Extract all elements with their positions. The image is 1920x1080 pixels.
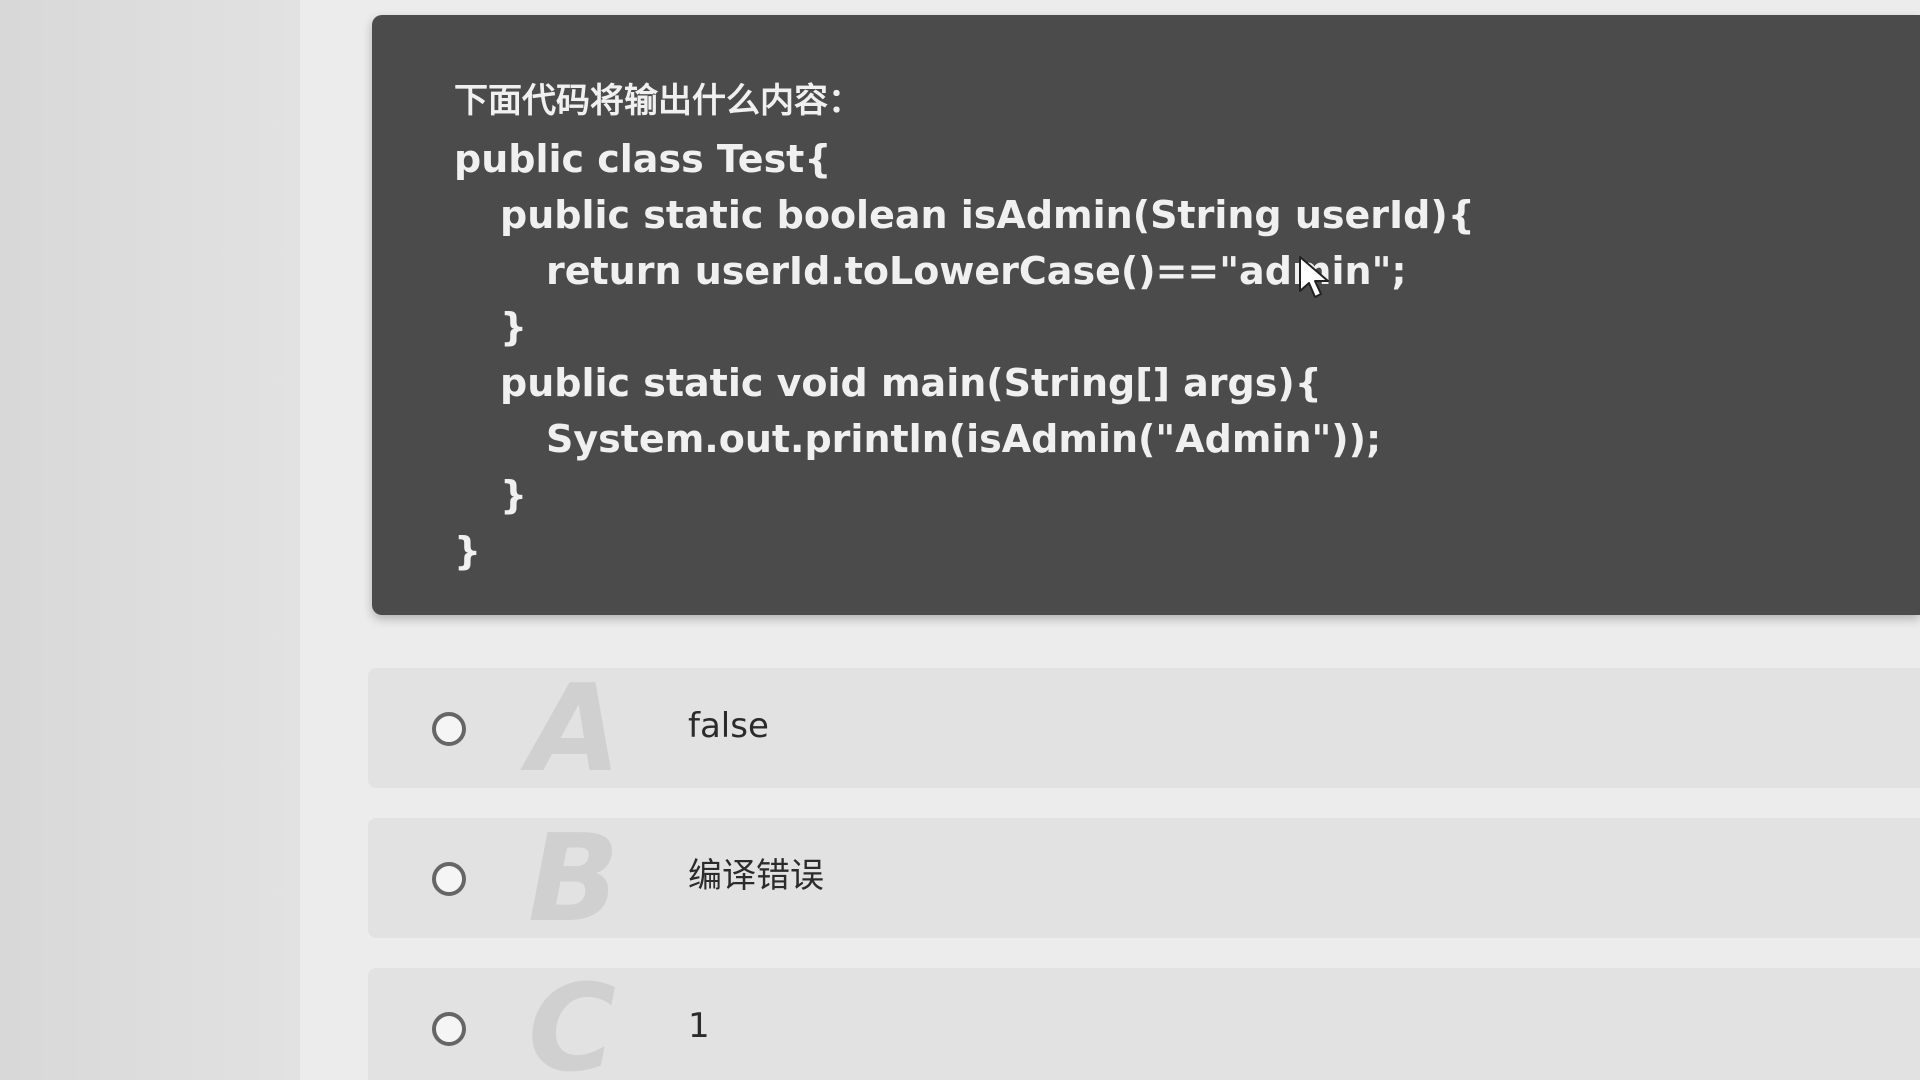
code-line: public static boolean isAdmin(String use…: [500, 193, 1475, 237]
code-line: }: [454, 529, 482, 573]
question-panel: 下面代码将输出什么内容： public class Test{ public s…: [372, 15, 1920, 615]
option-b[interactable]: B 编译错误: [368, 810, 1920, 949]
option-c[interactable]: C 1: [368, 968, 1920, 1080]
mouse-pointer-icon: [1299, 256, 1329, 298]
code-line: System.out.println(isAdmin("Admin"));: [546, 417, 1382, 461]
code-line: public class Test{: [454, 137, 832, 181]
question-prompt: 下面代码将输出什么内容：: [454, 81, 862, 121]
option-letter: C: [528, 960, 617, 1080]
code-line: }: [500, 305, 528, 349]
code-line: public static void main(String[] args){: [500, 361, 1322, 405]
answer-options: A false B 编译错误 C 1: [368, 668, 1920, 1080]
code-line: return userId.toLowerCase()=="admin";: [546, 249, 1407, 293]
radio-unchecked-icon[interactable]: [432, 862, 466, 896]
code-line: }: [500, 473, 528, 517]
option-letter: B: [528, 810, 620, 949]
radio-unchecked-icon[interactable]: [432, 1012, 466, 1046]
option-text: 1: [688, 1006, 710, 1046]
option-text: false: [688, 706, 769, 746]
option-a[interactable]: A false: [368, 660, 1920, 799]
code-block: public class Test{ public static boolean…: [454, 131, 1920, 579]
option-text: 编译错误: [688, 856, 824, 896]
radio-unchecked-icon[interactable]: [432, 712, 466, 746]
left-margin: [0, 0, 300, 1080]
option-letter: A: [528, 660, 621, 799]
